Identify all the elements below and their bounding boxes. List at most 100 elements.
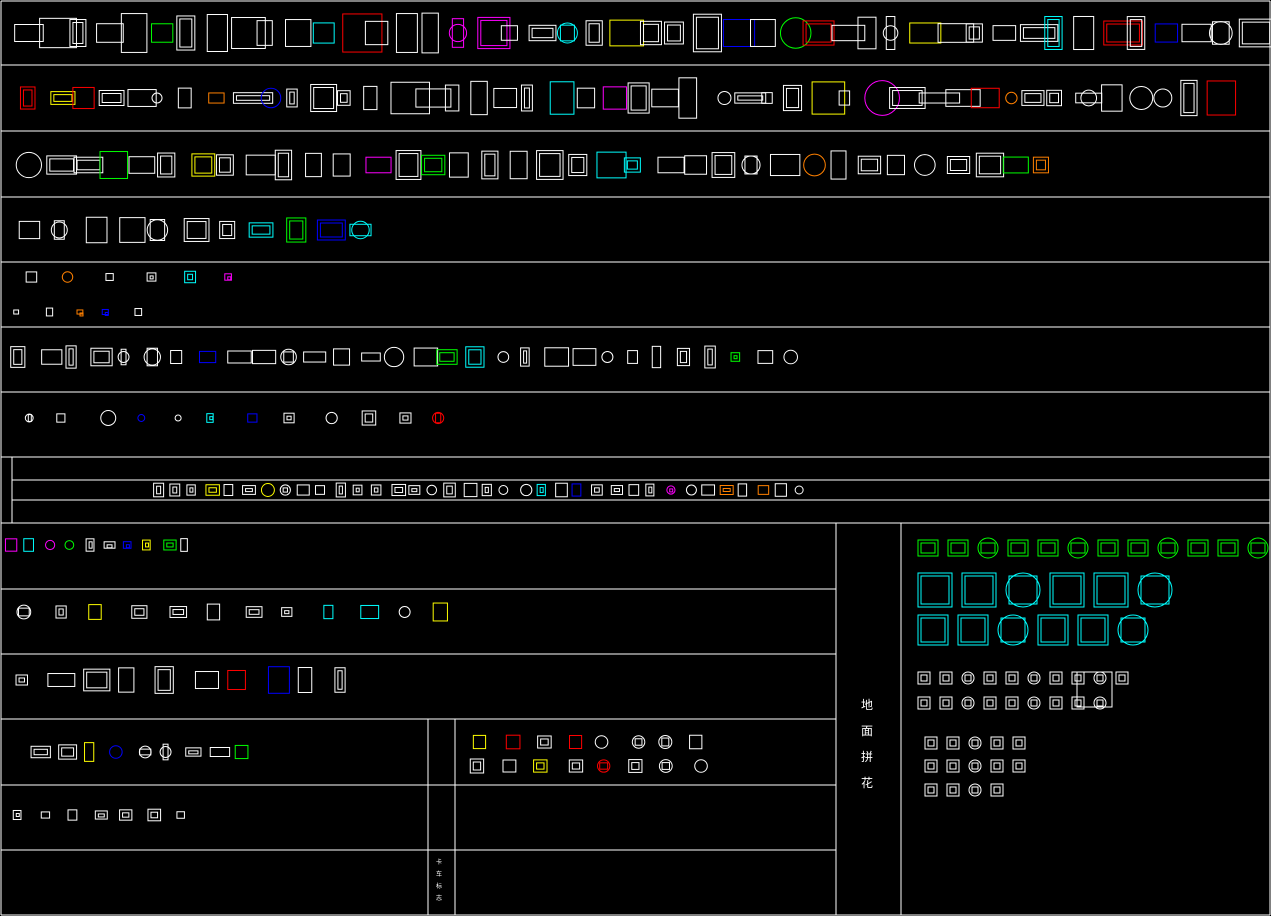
furniture-block-symbol bbox=[312, 22, 335, 44]
furniture-block-symbol bbox=[993, 762, 1001, 770]
furniture-block-symbol bbox=[509, 150, 528, 180]
furniture-block-symbol bbox=[134, 608, 145, 616]
furniture-block-symbol bbox=[920, 674, 928, 682]
furniture-block-symbol bbox=[284, 610, 290, 615]
furniture-block-symbol bbox=[1052, 575, 1082, 605]
furniture-block-symbol bbox=[528, 24, 557, 42]
round-block-symbol bbox=[159, 746, 172, 758]
furniture-block-symbol bbox=[986, 699, 994, 707]
furniture-block-symbol bbox=[105, 273, 114, 281]
furniture-block-symbol bbox=[1040, 617, 1066, 643]
round-block-symbol bbox=[137, 414, 146, 422]
round-block-symbol bbox=[143, 348, 161, 366]
furniture-block-symbol bbox=[184, 270, 197, 284]
furniture-block-symbol bbox=[12, 809, 22, 821]
furniture-block-symbol bbox=[179, 18, 193, 48]
round-block-symbol bbox=[864, 80, 900, 116]
furniture-block-symbol bbox=[172, 486, 178, 494]
furniture-block-symbol bbox=[313, 86, 335, 110]
furniture-block-symbol bbox=[1080, 617, 1106, 643]
furniture-block-symbol bbox=[493, 87, 518, 109]
furniture-block-symbol bbox=[802, 20, 835, 46]
furniture-block-symbol bbox=[692, 13, 722, 53]
furniture-block-symbol bbox=[209, 416, 214, 421]
furniture-block-symbol bbox=[588, 23, 600, 43]
furniture-block-symbol bbox=[13, 309, 20, 315]
furniture-block-symbol bbox=[1037, 614, 1069, 646]
furniture-block-symbol bbox=[1096, 699, 1104, 707]
furniture-block-symbol bbox=[180, 538, 188, 552]
furniture-block-symbol bbox=[555, 482, 568, 498]
furniture-block-symbol bbox=[651, 345, 662, 369]
furniture-block-symbol bbox=[157, 669, 171, 691]
row-label-char: 标 bbox=[435, 883, 442, 890]
furniture-block-symbol bbox=[831, 24, 866, 42]
furniture-block-symbol bbox=[571, 483, 582, 497]
furniture-block-symbol bbox=[128, 156, 156, 174]
furniture-block-symbol bbox=[22, 89, 33, 107]
furniture-block-symbol bbox=[18, 220, 41, 240]
furniture-block-symbol bbox=[227, 350, 252, 364]
furniture-block-symbol bbox=[1002, 156, 1029, 174]
furniture-block-symbol bbox=[274, 149, 293, 181]
round-block-symbol bbox=[685, 484, 697, 496]
furniture-block-symbol bbox=[443, 482, 456, 498]
round-block-symbol bbox=[45, 539, 56, 551]
furniture-block-symbol bbox=[719, 485, 734, 495]
furniture-block-symbol bbox=[1074, 674, 1082, 682]
furniture-block-symbol bbox=[289, 91, 295, 105]
furniture-block-symbol bbox=[970, 87, 1000, 109]
furniture-block-symbol bbox=[785, 87, 800, 109]
furniture-block-symbol bbox=[234, 744, 249, 760]
round-block-symbol bbox=[968, 736, 982, 750]
furniture-block-symbol bbox=[96, 23, 124, 43]
furniture-block-symbol bbox=[1049, 92, 1059, 104]
furniture-block-symbol bbox=[1093, 572, 1129, 608]
furniture-block-symbol bbox=[678, 77, 698, 119]
furniture-block-symbol bbox=[634, 738, 643, 746]
furniture-block-symbol bbox=[283, 412, 295, 424]
furniture-block-symbol bbox=[55, 605, 67, 619]
furniture-block-symbol bbox=[990, 736, 1004, 750]
furniture-block-symbol bbox=[1073, 15, 1095, 51]
furniture-block-symbol bbox=[194, 671, 219, 689]
furniture-block-symbol bbox=[39, 17, 77, 49]
furniture-block-symbol bbox=[920, 575, 950, 605]
furniture-block-symbol bbox=[830, 150, 847, 180]
furniture-block-symbol bbox=[394, 486, 404, 494]
furniture-block-symbol bbox=[472, 734, 487, 750]
furniture-block-symbol bbox=[1120, 617, 1146, 643]
furniture-block-symbol bbox=[946, 783, 960, 797]
furniture-block-symbol bbox=[188, 750, 199, 755]
furniture-block-symbol bbox=[198, 350, 217, 364]
round-block-symbol bbox=[1027, 671, 1041, 685]
furniture-block-symbol bbox=[333, 348, 351, 366]
furniture-block-symbol bbox=[572, 348, 597, 366]
furniture-block-symbol bbox=[886, 154, 906, 176]
furniture-block-symbol bbox=[626, 160, 638, 170]
furniture-block-symbol bbox=[360, 604, 380, 620]
cad-drawing-canvas bbox=[0, 0, 1271, 916]
furniture-block-symbol bbox=[439, 352, 455, 362]
furniture-block-symbol bbox=[571, 762, 581, 770]
furniture-block-symbol bbox=[53, 94, 73, 102]
furniture-block-symbol bbox=[177, 87, 192, 109]
furniture-block-symbol bbox=[172, 609, 185, 615]
round-block-symbol bbox=[498, 485, 509, 495]
furniture-block-symbol bbox=[282, 487, 288, 493]
furniture-block-symbol bbox=[285, 19, 312, 47]
furniture-block-symbol bbox=[364, 20, 389, 46]
furniture-block-symbol bbox=[101, 92, 122, 104]
furniture-block-symbol bbox=[484, 486, 489, 494]
furniture-block-symbol bbox=[247, 413, 258, 423]
furniture-block-symbol bbox=[737, 95, 764, 101]
furniture-block-symbol bbox=[72, 22, 84, 44]
furniture-block-symbol bbox=[909, 22, 942, 44]
furniture-block-symbol bbox=[924, 783, 938, 797]
furniture-block-symbol bbox=[537, 735, 552, 749]
furniture-block-symbol bbox=[1030, 699, 1038, 707]
furniture-block-symbol bbox=[61, 747, 75, 757]
furniture-block-symbol bbox=[689, 734, 703, 750]
furniture-block-symbol bbox=[737, 483, 748, 497]
furniture-block-symbol bbox=[569, 735, 583, 749]
